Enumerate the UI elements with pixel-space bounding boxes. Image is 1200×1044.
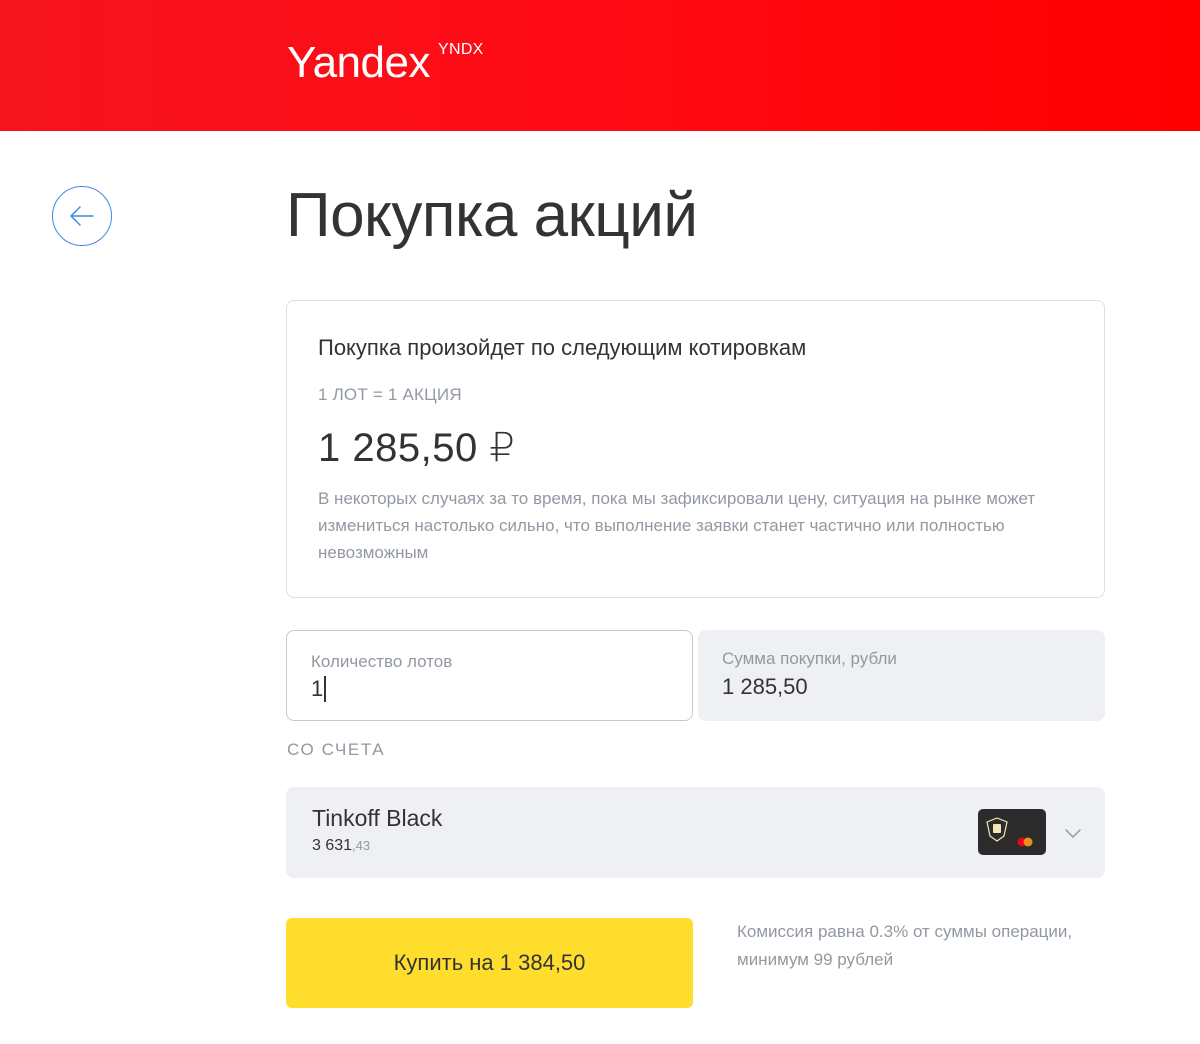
lots-quantity-value-wrap: 1 <box>311 676 327 702</box>
purchase-sum-value: 1 285,50 <box>722 674 808 699</box>
lots-quantity-value: 1 <box>311 676 324 701</box>
lot-note: 1 ЛОТ = 1 АКЦИЯ <box>318 385 462 404</box>
ticker-symbol: YNDX <box>438 41 484 58</box>
account-select[interactable]: Tinkoff Black 3 631,43 <box>286 787 1105 878</box>
share-price: 1 285,50 ₽ <box>318 426 516 470</box>
account-balance: 3 631,43 <box>312 837 370 855</box>
chevron-down-icon <box>1065 829 1081 838</box>
account-name: Tinkoff Black <box>312 805 443 831</box>
from-account-label: СО СЧЕТА <box>287 740 386 759</box>
brand-name: Yandex <box>287 38 430 87</box>
buy-button[interactable]: Купить на 1 384,50 <box>286 918 693 1008</box>
purchase-sum-field: Сумма покупки, рубли 1 285,50 <box>698 630 1105 721</box>
page-title: Покупка акций <box>286 181 698 250</box>
arrow-left-icon <box>70 206 94 226</box>
back-button[interactable] <box>52 186 112 246</box>
account-balance-whole: 3 631 <box>312 837 353 854</box>
lots-quantity-input[interactable]: Количество лотов 1 <box>286 630 693 721</box>
app-header: Yandex YNDX <box>0 0 1200 131</box>
lots-quantity-label: Количество лотов <box>311 652 453 671</box>
quote-heading: Покупка произойдет по следующим котировк… <box>318 335 807 360</box>
card-logo-icon <box>978 809 1046 855</box>
purchase-sum-label: Сумма покупки, рубли <box>722 649 897 668</box>
price-disclaimer: В некоторых случаях за то время, пока мы… <box>318 489 1036 562</box>
text-caret <box>324 676 327 702</box>
account-balance-fraction: ,43 <box>352 838 371 853</box>
commission-note: Комиссия равна 0.3% от суммы операции, м… <box>737 922 1073 969</box>
quote-card: Покупка произойдет по следующим котировк… <box>286 300 1105 598</box>
